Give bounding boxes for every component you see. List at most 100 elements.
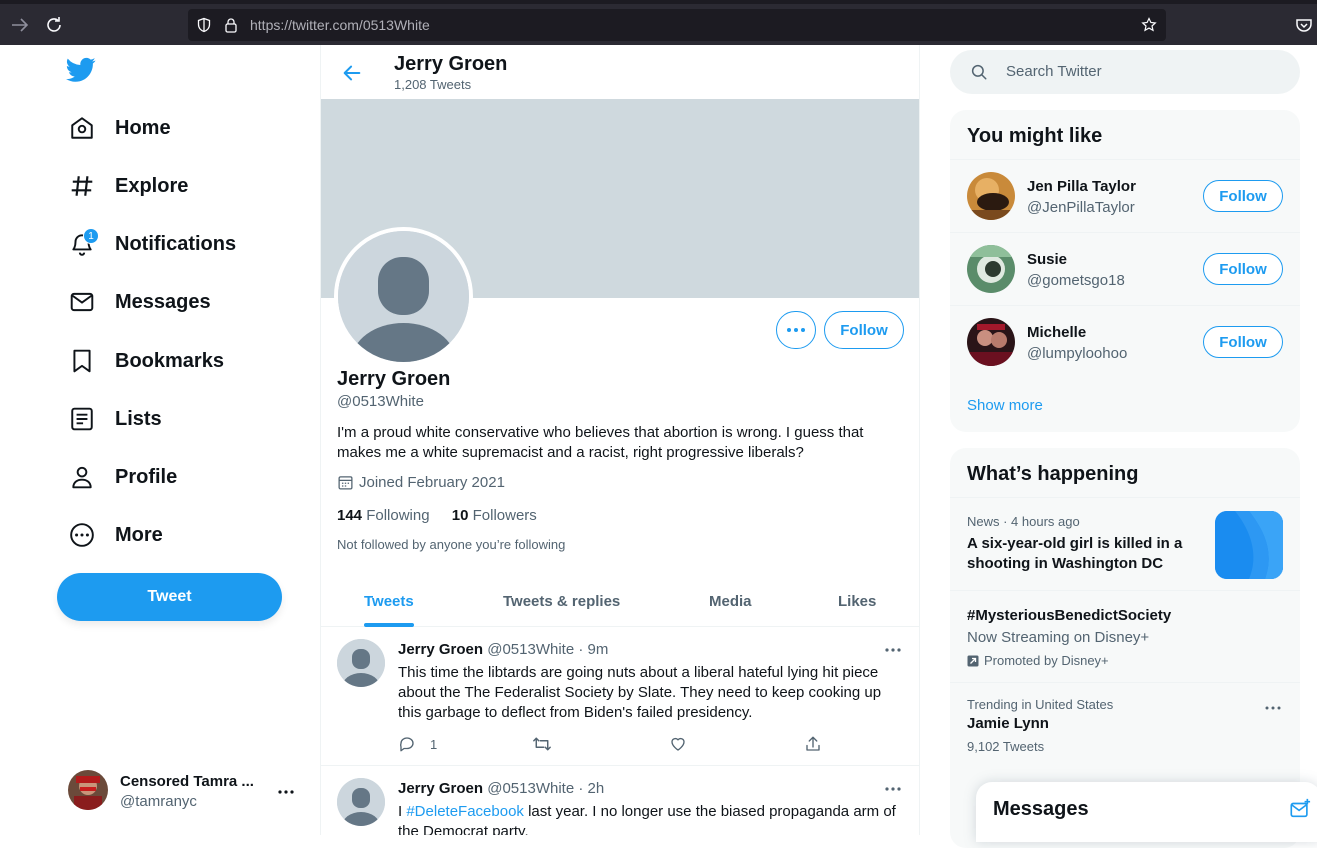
reload-icon[interactable] [42, 13, 66, 37]
following-label: Following [366, 507, 430, 524]
list-icon [66, 403, 98, 435]
profile-bio: I'm a proud white conservative who belie… [337, 424, 864, 461]
home-icon [66, 112, 98, 144]
suggestion-name[interactable]: Susie [1027, 251, 1067, 268]
back-arrow-icon[interactable] [341, 62, 363, 84]
tweet-item[interactable]: Jerry Groen @0513White · 2h I #DeleteFac… [321, 766, 919, 835]
search-placeholder: Search Twitter [1006, 63, 1102, 80]
profile-name: Jerry Groen [337, 368, 451, 390]
more-dots-icon[interactable] [882, 780, 904, 798]
reply-action[interactable]: 1 [398, 734, 437, 754]
tweet-meta: @0513White · 9m [487, 641, 609, 658]
like-action[interactable] [669, 734, 687, 754]
retweet-action[interactable] [532, 734, 552, 754]
nav-item-notifications[interactable]: 1 Notifications [66, 224, 236, 264]
follow-button[interactable]: Follow [1203, 180, 1283, 212]
tweet-author[interactable]: Jerry Groen [398, 780, 483, 797]
forward-arrow-icon[interactable] [8, 13, 32, 37]
trend-sub: Now Streaming on Disney+ [967, 629, 1150, 646]
more-dots-icon [787, 328, 805, 332]
lock-icon[interactable] [223, 17, 239, 33]
trend-item[interactable]: News · 4 hours ago A six-year-old girl i… [950, 497, 1300, 590]
address-bar[interactable]: https://twitter.com/0513White [188, 9, 1166, 41]
nav-item-home[interactable]: Home [66, 108, 171, 148]
more-dots-icon[interactable] [1263, 701, 1283, 715]
suggestion-name[interactable]: Jen Pilla Taylor [1027, 178, 1136, 195]
following-link[interactable]: 144 Following [337, 507, 430, 524]
messages-drawer-title: Messages [993, 798, 1089, 820]
account-switcher[interactable]: Censored Tamra ... @tamranyc [68, 770, 308, 812]
follow-button[interactable]: Follow [824, 311, 904, 349]
bell-icon: 1 [66, 228, 99, 260]
suggestion-name[interactable]: Michelle [1027, 324, 1086, 341]
more-dots-icon[interactable] [274, 780, 298, 804]
nav-item-lists[interactable]: Lists [66, 399, 162, 439]
profile-more-button[interactable] [776, 311, 816, 349]
messages-drawer[interactable]: Messages [976, 782, 1317, 842]
search-icon [970, 63, 988, 81]
bookmark-star-icon[interactable] [1141, 17, 1157, 33]
envelope-icon [66, 286, 98, 318]
tab-tweets[interactable]: Tweets [364, 575, 414, 627]
header-name: Jerry Groen [394, 53, 508, 75]
tweet-meta: @0513White · 2h [487, 780, 605, 797]
tab-tweets-replies[interactable]: Tweets & replies [503, 575, 620, 627]
tweet-item[interactable]: Jerry Groen @0513White · 9m This time th… [321, 627, 919, 766]
trend-headline: A six-year-old girl is killed in a shoot… [967, 535, 1183, 572]
nav-label-profile: Profile [115, 465, 178, 488]
calendar-icon [338, 476, 353, 490]
new-message-icon[interactable] [1289, 798, 1311, 820]
nav-item-more[interactable]: More [66, 515, 163, 555]
tweet-button[interactable]: Tweet [57, 573, 282, 621]
person-icon [66, 461, 98, 493]
nav-label-notifications: Notifications [115, 232, 237, 255]
trend-tweet-count: 9,102 Tweets [967, 739, 1045, 754]
tweet-avatar[interactable] [337, 778, 385, 826]
tab-likes[interactable]: Likes [838, 575, 876, 627]
suggestion-item[interactable]: Michelle @lumpyloohoo Follow [950, 305, 1300, 378]
share-icon [806, 736, 820, 751]
promoted-icon [967, 655, 979, 666]
more-dots-icon[interactable] [882, 641, 904, 659]
hashtag-link[interactable]: #DeleteFacebook [406, 803, 524, 820]
suggestion-avatar[interactable] [967, 245, 1015, 293]
suggestion-avatar[interactable] [967, 172, 1015, 220]
followers-label: Followers [472, 507, 537, 524]
pocket-icon[interactable] [1292, 13, 1316, 37]
twitter-bird-logo-icon[interactable] [66, 57, 96, 85]
nav-item-explore[interactable]: Explore [66, 166, 188, 206]
follow-button[interactable]: Follow [1203, 326, 1283, 358]
nav-item-profile[interactable]: Profile [66, 457, 177, 497]
trend-headline: #MysteriousBenedictSociety [967, 607, 1172, 624]
url-path: 0513White [362, 17, 430, 33]
profile-joined: Joined February 2021 [337, 474, 505, 491]
trend-item[interactable]: Trending in United States Jamie Lynn 9,1… [950, 682, 1300, 772]
tab-likes-label: Likes [838, 592, 877, 610]
suggestion-item[interactable]: Jen Pilla Taylor @JenPillaTaylor Follow [950, 159, 1300, 232]
search-input[interactable]: Search Twitter [950, 50, 1300, 94]
tweet-avatar[interactable] [337, 639, 385, 687]
nav-item-messages[interactable]: Messages [66, 282, 211, 322]
account-avatar [68, 770, 108, 810]
retweet-icon [533, 737, 551, 751]
trend-thumbnail[interactable] [1215, 511, 1283, 579]
tweet-text: This time the libtards are going nuts ab… [398, 664, 882, 721]
profile-avatar[interactable] [334, 227, 473, 366]
url-text: https://twitter.com/0513White [250, 17, 430, 33]
you-might-like-card: You might like Jen Pilla Taylor @JenPill… [950, 110, 1300, 432]
tab-tweets-label: Tweets [364, 592, 414, 610]
tab-media[interactable]: Media [709, 575, 752, 627]
tweet-author[interactable]: Jerry Groen [398, 641, 483, 658]
shield-icon[interactable] [196, 17, 212, 33]
nav-item-bookmarks[interactable]: Bookmarks [66, 341, 224, 381]
suggestion-item[interactable]: Susie @gometsgo18 Follow [950, 232, 1300, 305]
joined-text: Joined February 2021 [359, 474, 505, 491]
header-tweet-count: 1,208 Tweets [394, 77, 472, 92]
not-followed-note: Not followed by anyone you’re following [337, 537, 566, 552]
share-action[interactable] [804, 734, 822, 754]
follow-button[interactable]: Follow [1203, 253, 1283, 285]
show-more-link[interactable]: Show more [967, 397, 1043, 414]
trend-item[interactable]: #MysteriousBenedictSociety Now Streaming… [950, 590, 1300, 682]
suggestion-avatar[interactable] [967, 318, 1015, 366]
followers-link[interactable]: 10 Followers [452, 507, 537, 524]
